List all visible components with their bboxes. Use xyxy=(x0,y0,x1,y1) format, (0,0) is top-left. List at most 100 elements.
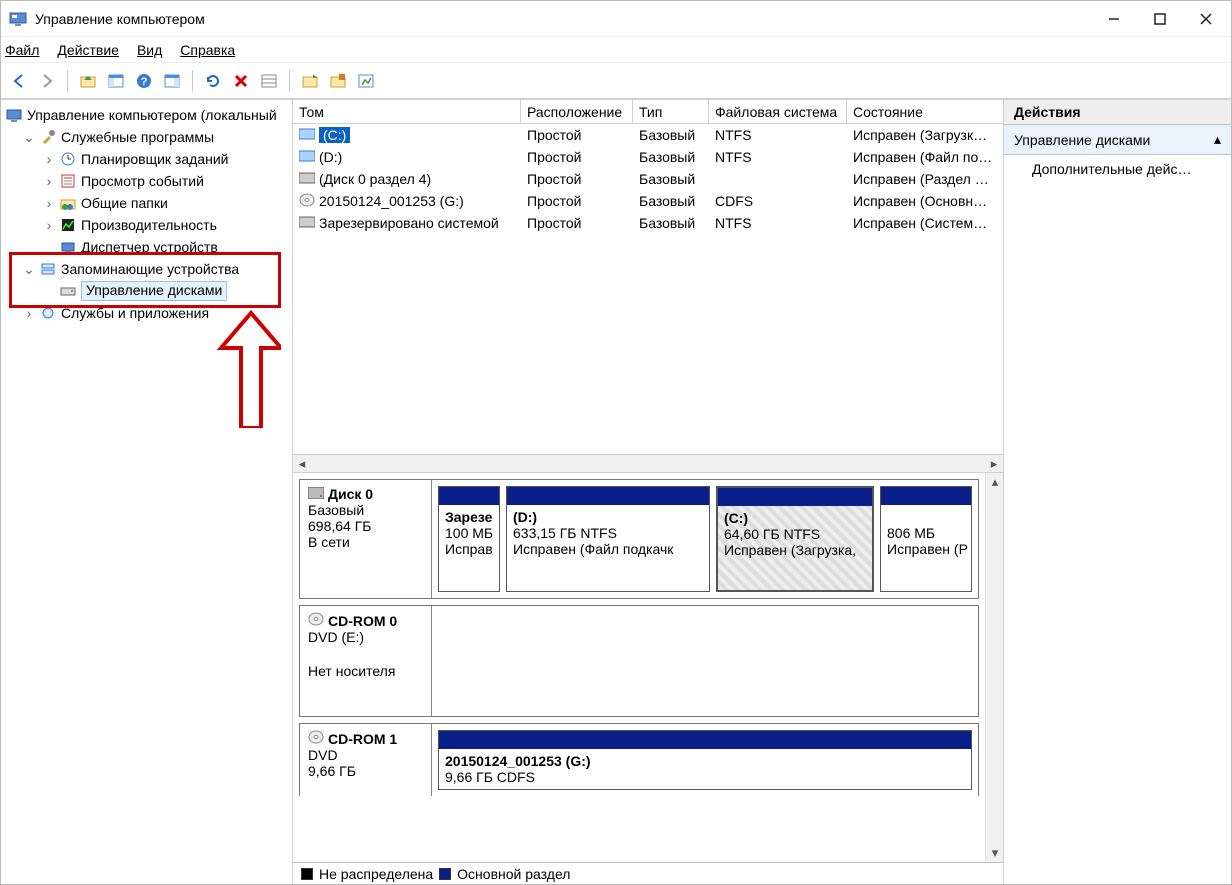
menu-view[interactable]: Вид xyxy=(137,42,162,58)
scroll-down-icon[interactable]: ▾ xyxy=(986,844,1003,862)
v-scrollbar[interactable]: ▴ ▾ xyxy=(985,473,1003,862)
disk-label: Диск 0 xyxy=(328,486,373,502)
tb-extra-2[interactable] xyxy=(326,69,350,93)
tb-extra-1[interactable] xyxy=(298,69,322,93)
partition[interactable]: (D:)633,15 ГБ NTFSИсправен (Файл подкачк xyxy=(506,486,710,592)
cell-text: (C:) xyxy=(319,127,350,143)
tree-label: Служебные программы xyxy=(61,129,214,145)
tree-performance[interactable]: › Производительность xyxy=(5,214,292,236)
help-button[interactable]: ? xyxy=(132,69,156,93)
cell-text: Исправен (Систем… xyxy=(847,215,1003,231)
collapse-icon[interactable]: ⌄ xyxy=(23,261,35,278)
cell-text: NTFS xyxy=(709,127,847,143)
disk-info[interactable]: CD-ROM 1 DVD 9,66 ГБ xyxy=(300,724,432,796)
delete-button[interactable] xyxy=(229,69,253,93)
volume-row[interactable]: (Диск 0 раздел 4) Простой Базовый Исправ… xyxy=(293,168,1003,190)
refresh-button[interactable] xyxy=(201,69,225,93)
collapse-icon[interactable]: ▴ xyxy=(1214,131,1221,148)
tree-disk-management[interactable]: › Управление дисками xyxy=(5,280,292,302)
disk-type: DVD xyxy=(308,747,423,763)
disk-label: CD-ROM 0 xyxy=(328,613,397,629)
tree-system-tools[interactable]: ⌄ Служебные программы xyxy=(5,126,292,148)
col-fs[interactable]: Файловая система xyxy=(709,100,847,123)
show-hide-tree-button[interactable] xyxy=(104,69,128,93)
expand-icon[interactable]: › xyxy=(43,195,55,211)
col-status[interactable]: Состояние xyxy=(847,100,1003,123)
part-size: 633,15 ГБ NTFS xyxy=(513,525,617,541)
tree-label: Планировщик заданий xyxy=(81,151,228,167)
close-button[interactable] xyxy=(1183,4,1229,34)
partition[interactable]: Зарезе100 МБИсправ xyxy=(438,486,500,592)
part-status: Исправен (Файл подкачк xyxy=(513,541,673,557)
tools-icon xyxy=(39,128,57,146)
expand-icon[interactable]: › xyxy=(43,151,55,167)
up-button[interactable] xyxy=(76,69,100,93)
properties-button[interactable] xyxy=(160,69,184,93)
cd-icon xyxy=(308,730,324,747)
disk-info[interactable]: CD-ROM 0 DVD (E:) Нет носителя xyxy=(300,606,432,716)
tree-device-manager[interactable]: › Диспетчер устройств xyxy=(5,236,292,258)
expand-icon[interactable]: › xyxy=(43,217,55,233)
back-button[interactable] xyxy=(7,69,31,93)
actions-more[interactable]: Дополнительные дейс… xyxy=(1004,155,1231,183)
actions-target-label: Управление дисками xyxy=(1014,132,1150,148)
menu-file[interactable]: Файл xyxy=(5,42,39,58)
col-type[interactable]: Тип xyxy=(633,100,709,123)
cell-text: NTFS xyxy=(709,215,847,231)
expand-icon[interactable]: › xyxy=(43,173,55,189)
storage-icon xyxy=(39,260,57,278)
expand-icon[interactable]: › xyxy=(23,305,35,321)
tree-label: Просмотр событий xyxy=(81,173,204,189)
cell-text: Простой xyxy=(521,215,633,231)
window-title: Управление компьютером xyxy=(35,11,1091,27)
volume-row[interactable]: (D:) Простой Базовый NTFS Исправен (Файл… xyxy=(293,146,1003,168)
col-volume[interactable]: Том xyxy=(293,100,521,123)
tree-event-viewer[interactable]: › Просмотр событий xyxy=(5,170,292,192)
col-layout[interactable]: Расположение xyxy=(521,100,633,123)
tree-shared-folders[interactable]: › Общие папки xyxy=(5,192,292,214)
cell-text: Базовый xyxy=(633,127,709,143)
partition[interactable]: 806 МБИсправен (Р xyxy=(880,486,972,592)
h-scrollbar[interactable]: ◂ ▸ xyxy=(293,454,1003,472)
volume-icon xyxy=(299,127,315,143)
tb-extra-3[interactable] xyxy=(354,69,378,93)
disk-label: CD-ROM 1 xyxy=(328,731,397,747)
volume-row[interactable]: (C:) Простой Базовый NTFS Исправен (Загр… xyxy=(293,124,1003,146)
forward-button[interactable] xyxy=(35,69,59,93)
scroll-left-icon[interactable]: ◂ xyxy=(293,455,311,473)
minimize-button[interactable] xyxy=(1091,4,1137,34)
cell-text: (D:) xyxy=(319,149,342,165)
part-size: 806 МБ xyxy=(887,525,935,541)
hdd-icon xyxy=(308,486,324,502)
disk-size: 9,66 ГБ xyxy=(308,763,423,779)
disk-state: В сети xyxy=(308,534,423,550)
partition-selected[interactable]: (C:)64,60 ГБ NTFSИсправен (Загрузка, xyxy=(716,486,874,592)
volume-row[interactable]: 20150124_001253 (G:) Простой Базовый CDF… xyxy=(293,190,1003,212)
menu-action[interactable]: Действие xyxy=(57,42,119,58)
cell-text: (Диск 0 раздел 4) xyxy=(319,171,431,187)
disk-info[interactable]: Диск 0 Базовый 698,64 ГБ В сети xyxy=(300,480,432,598)
scroll-right-icon[interactable]: ▸ xyxy=(985,455,1003,473)
disk-icon xyxy=(59,282,77,300)
column-headers: Том Расположение Тип Файловая система Со… xyxy=(293,100,1003,124)
legend-swatch-primary xyxy=(439,868,451,880)
menu-help[interactable]: Справка xyxy=(180,42,235,58)
partition[interactable]: 20150124_001253 (G:)9,66 ГБ CDFS xyxy=(438,730,972,790)
gear-icon xyxy=(39,304,57,322)
annotation-arrow-icon xyxy=(201,308,281,428)
scroll-up-icon[interactable]: ▴ xyxy=(986,473,1003,491)
list-view-button[interactable] xyxy=(257,69,281,93)
part-size: 9,66 ГБ CDFS xyxy=(445,769,535,785)
volume-list: Том Расположение Тип Файловая система Со… xyxy=(293,100,1003,473)
tree-storage[interactable]: ⌄ Запоминающие устройства xyxy=(5,258,292,280)
app-icon xyxy=(9,10,27,28)
actions-target[interactable]: Управление дисками ▴ xyxy=(1004,125,1231,155)
tree-root[interactable]: Управление компьютером (локальный xyxy=(5,104,292,126)
collapse-icon[interactable]: ⌄ xyxy=(23,129,35,146)
cd-icon xyxy=(308,612,324,629)
maximize-button[interactable] xyxy=(1137,4,1183,34)
volume-row[interactable]: Зарезервировано системой Простой Базовый… xyxy=(293,212,1003,234)
volume-icon xyxy=(299,215,315,231)
cell-text: Исправен (Загрузк… xyxy=(847,127,1003,143)
tree-task-scheduler[interactable]: › Планировщик заданий xyxy=(5,148,292,170)
